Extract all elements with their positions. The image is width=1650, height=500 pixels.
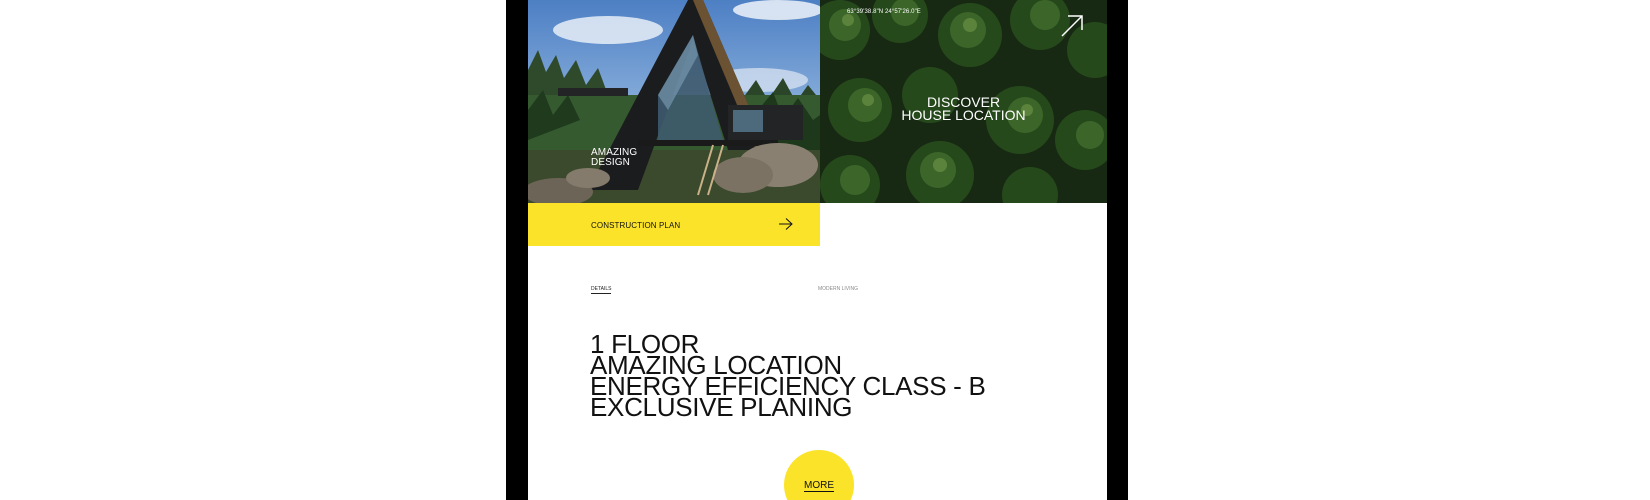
coordinates-text: 63°39'38.8"N 24°57'26.0"E — [847, 9, 921, 15]
discover-location-title: DISCOVER HOUSE LOCATION — [820, 95, 1107, 123]
more-label-text: MORE — [804, 480, 834, 492]
construction-plan-label: CONSTRUCTION PLAN — [591, 221, 681, 230]
discover-location-tile[interactable]: 63°39'38.8"N 24°57'26.0"E DISCOVER HOUSE… — [820, 0, 1107, 203]
house-photo — [528, 0, 820, 203]
features-list: 1 FLOOR AMAZING LOCATION ENERGY EFFICIEN… — [590, 331, 986, 420]
more-button-label: MORE — [784, 480, 854, 492]
arrow-up-right-icon[interactable] — [1060, 14, 1084, 38]
house-photo-tile[interactable]: AMAZING DESIGN — [528, 0, 820, 203]
website-screen: AMAZING DESIGN 63°39'38.8"N 24°57'26.0"E… — [528, 0, 1107, 500]
category-label: MODERN LIVING — [818, 286, 859, 292]
arrow-right-icon — [779, 218, 793, 230]
details-link[interactable]: DETAILS — [591, 286, 612, 294]
house-tile-caption: AMAZING DESIGN — [591, 148, 637, 168]
caption-line-2: DESIGN — [591, 157, 630, 168]
more-button[interactable]: MORE — [784, 450, 854, 500]
discover-line-2: HOUSE LOCATION — [901, 107, 1026, 123]
construction-plan-button[interactable]: CONSTRUCTION PLAN — [528, 203, 820, 246]
